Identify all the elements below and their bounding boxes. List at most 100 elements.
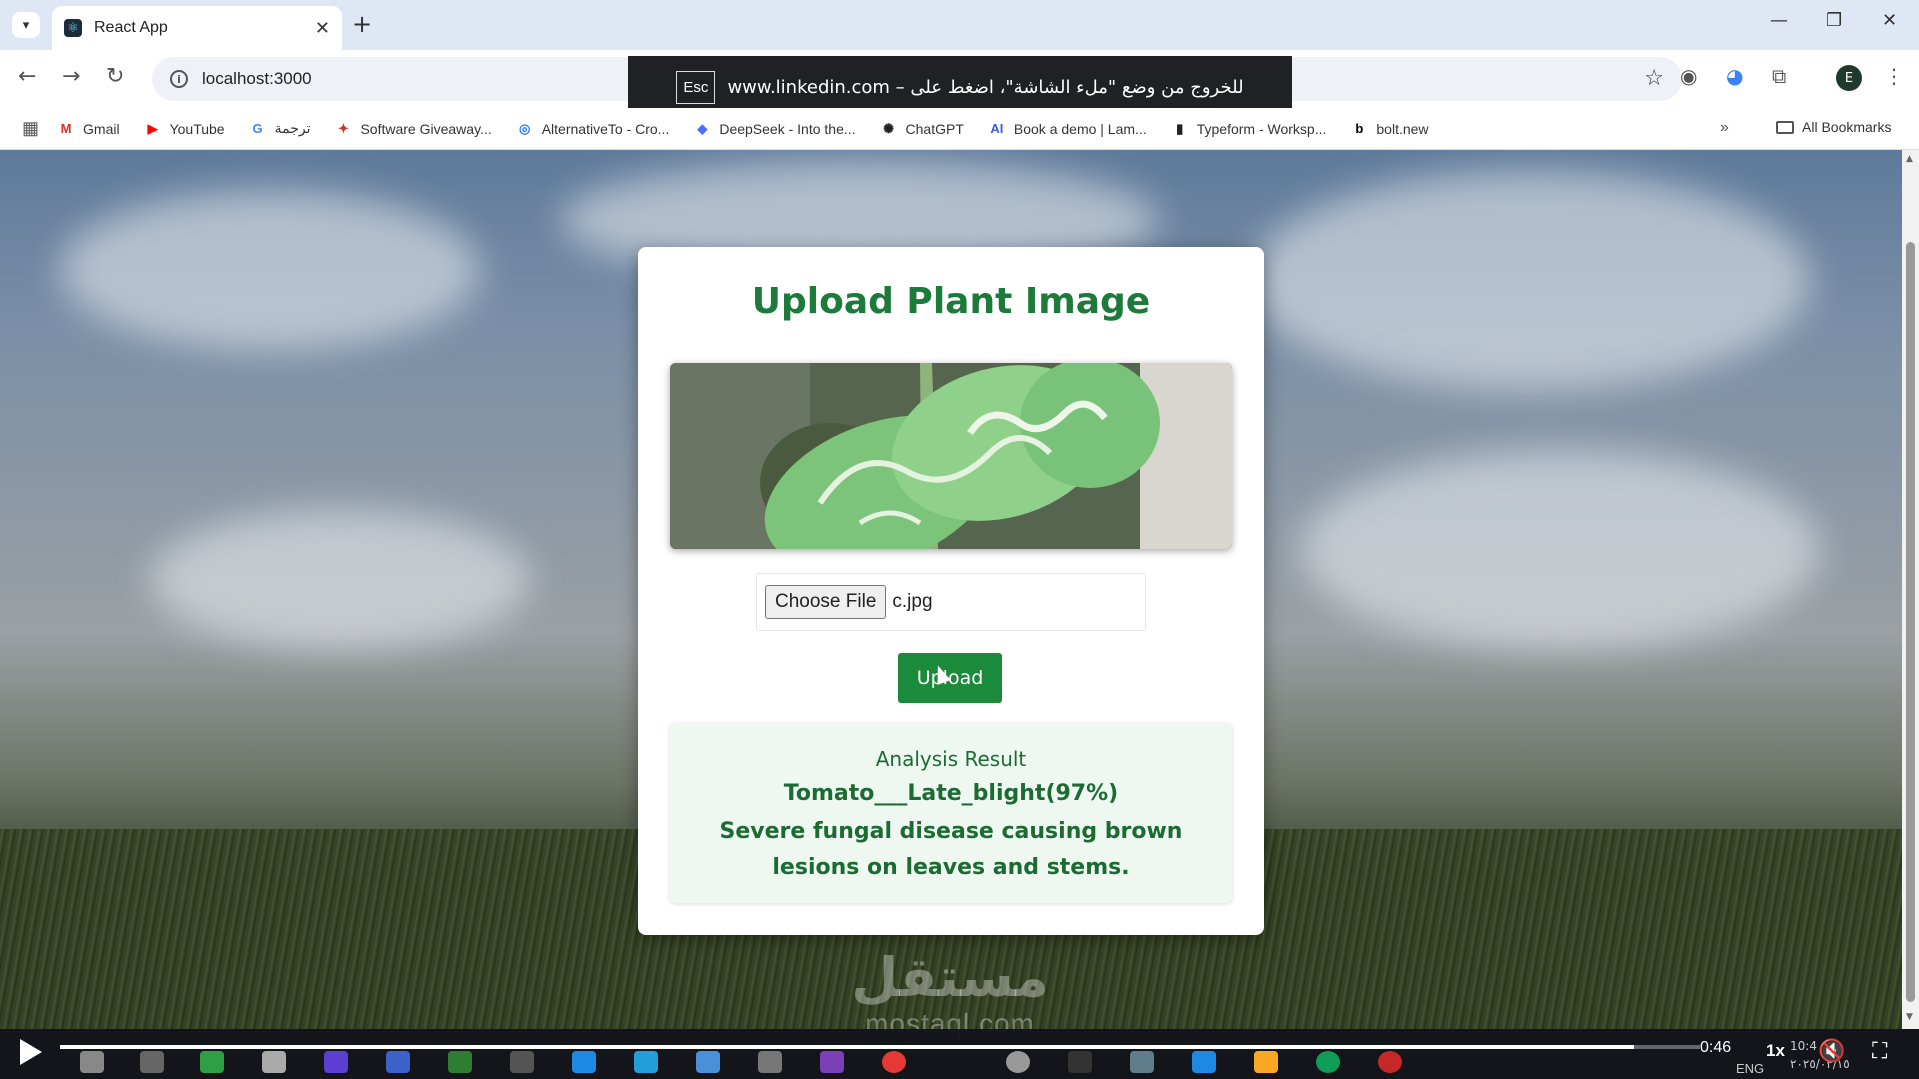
extension-circle-icon[interactable]: ◉	[1680, 64, 1697, 88]
scrollbar-thumb[interactable]	[1906, 242, 1915, 1002]
url-text: localhost:3000	[202, 69, 312, 88]
settings-icon[interactable]	[510, 1051, 534, 1073]
watermark-arabic: مستقل	[851, 946, 1049, 1009]
translate-icon: G	[252, 121, 263, 136]
scroll-up-arrow-icon[interactable]: ▲	[1906, 154, 1913, 164]
analysis-result-panel: Analysis Result Tomato___Late_blight(97%…	[670, 723, 1232, 903]
whatsapp-icon[interactable]	[200, 1051, 224, 1073]
app-purple-icon[interactable]	[324, 1051, 348, 1073]
bookmark-item[interactable]: G ترجمة	[249, 120, 311, 137]
minimize-icon[interactable]: —	[1770, 10, 1788, 31]
result-prediction: Tomato___Late_blight(97%)	[783, 781, 1119, 806]
apps-grid-icon[interactable]: ▦	[22, 118, 39, 139]
fullscreen-exit-icon[interactable]: ⛶	[1872, 1039, 1887, 1064]
app-circle-icon[interactable]	[1006, 1051, 1030, 1073]
app-slate-icon[interactable]	[1130, 1051, 1154, 1073]
file-input[interactable]: Choose File c.jpg	[756, 573, 1146, 631]
plant-image-preview	[670, 363, 1232, 549]
playback-speed[interactable]: 1x	[1766, 1041, 1785, 1061]
bookmark-item[interactable]: ◎ AlternativeTo - Cro...	[516, 120, 670, 137]
menu-kebab-icon[interactable]: ⋮	[1884, 64, 1904, 88]
background-cloud	[60, 190, 480, 350]
store-icon[interactable]	[262, 1051, 286, 1073]
chevron-down-icon: ▾	[22, 17, 30, 33]
bookmark-item[interactable]: b bolt.new	[1350, 121, 1428, 137]
mute-icon[interactable]: 🔇	[1818, 1039, 1845, 1064]
video-time: 0:46	[1700, 1039, 1732, 1056]
fullscreen-message: للخروج من وضع "ملء الشاشة"، اضغط على – w…	[727, 76, 1244, 98]
bookmark-label: YouTube	[169, 120, 225, 137]
app-dark-icon[interactable]	[1068, 1051, 1092, 1073]
bookmark-label: DeepSeek - Into the...	[719, 120, 856, 137]
search-icon[interactable]	[80, 1051, 104, 1073]
ai-icon: AI	[990, 121, 1004, 136]
back-arrow-icon[interactable]: ←	[18, 64, 36, 89]
site-info-icon[interactable]: i	[170, 70, 188, 88]
watermark: مستقل mostaql.com	[820, 948, 1080, 1040]
new-tab-icon[interactable]: +	[352, 10, 372, 38]
choose-file-button[interactable]: Choose File	[765, 585, 887, 619]
bookmark-item[interactable]: ▶ YouTube	[144, 121, 225, 137]
bookmark-label: Gmail	[83, 120, 120, 137]
tab-bar: ▾ ⚛ React App ✕ + — ❐ ✕	[0, 0, 1919, 50]
bolt-icon: b	[1355, 121, 1364, 136]
task-view-icon[interactable]	[140, 1051, 164, 1073]
video-progress-bar[interactable]	[60, 1045, 1700, 1049]
chrome-icon[interactable]	[882, 1051, 906, 1073]
bookmark-item[interactable]: M Gmail	[57, 121, 120, 137]
file-explorer-icon[interactable]	[1254, 1051, 1278, 1073]
leaf-image-icon	[670, 363, 1232, 549]
typeform-icon: ▮	[1176, 120, 1184, 136]
bookmark-label: ChatGPT	[905, 120, 964, 137]
react-favicon-icon: ⚛	[64, 19, 82, 37]
maps-icon[interactable]	[572, 1051, 596, 1073]
forward-arrow-icon[interactable]: →	[62, 64, 80, 89]
bookmark-star-icon[interactable]: ☆	[1644, 66, 1664, 91]
bookmark-item[interactable]: AI Book a demo | Lam...	[988, 120, 1147, 137]
extension-blue-icon[interactable]: ◕	[1726, 64, 1743, 88]
bookmark-label: AlternativeTo - Cro...	[541, 120, 670, 137]
profile-avatar[interactable]: E	[1836, 65, 1862, 91]
bookmark-item[interactable]: ◆ DeepSeek - Into the...	[693, 121, 855, 137]
gift-icon: ✦	[338, 120, 349, 136]
background-cloud	[150, 510, 530, 650]
app-blue-icon[interactable]	[386, 1051, 410, 1073]
tab-close-icon[interactable]: ✕	[315, 18, 330, 39]
telegram-icon[interactable]	[634, 1051, 658, 1073]
app-gray-icon[interactable]	[758, 1051, 782, 1073]
result-heading: Analysis Result	[875, 747, 1027, 771]
deepseek-icon: ◆	[697, 120, 708, 136]
bookmark-item[interactable]: ✦ Software Giveaway...	[334, 120, 492, 137]
bookmark-label: Book a demo | Lam...	[1013, 120, 1147, 137]
restore-icon[interactable]: ❐	[1826, 10, 1842, 31]
app-window-icon[interactable]	[696, 1051, 720, 1073]
bookmark-label: Typeform - Worksp...	[1196, 120, 1327, 137]
bookmark-item[interactable]: ✺ ChatGPT	[880, 121, 964, 137]
extensions-puzzle-icon[interactable]: ⧉	[1772, 64, 1786, 88]
scroll-down-arrow-icon[interactable]: ▼	[1906, 1012, 1913, 1022]
language-indicator[interactable]: ENG	[1736, 1061, 1764, 1076]
alternativeto-icon: ◎	[519, 120, 531, 136]
visual-studio-icon[interactable]	[820, 1051, 844, 1073]
recorder-icon[interactable]	[1378, 1051, 1402, 1073]
page-scrollbar[interactable]: ▲ ▼	[1902, 150, 1919, 1029]
browser-tab[interactable]: ⚛ React App ✕	[52, 6, 342, 50]
result-description: Severe fungal disease causing brown lesi…	[719, 819, 1183, 880]
bookmark-list: M Gmail ▶ YouTube G ترجمة ✦ Software Giveaway..…	[57, 120, 1453, 137]
upload-card: Upload Plant Image Choose File c.jpg Upl…	[638, 247, 1264, 935]
play-icon[interactable]	[20, 1039, 42, 1065]
app-green-icon[interactable]	[448, 1051, 472, 1073]
bookmark-label: bolt.new	[1376, 120, 1429, 137]
bookmark-item[interactable]: ▮ Typeform - Worksp...	[1171, 120, 1327, 137]
youtube-icon: ▶	[147, 120, 158, 136]
edge-icon[interactable]	[1316, 1051, 1340, 1073]
video-progress-fill	[60, 1045, 1635, 1049]
reload-icon[interactable]: ↻	[106, 64, 124, 89]
all-bookmarks-button[interactable]: All Bookmarks	[1776, 119, 1891, 135]
chatgpt-icon: ✺	[883, 120, 894, 136]
folder-icon	[1776, 120, 1794, 134]
window-close-icon[interactable]: ✕	[1882, 10, 1897, 31]
tab-search-button[interactable]: ▾	[12, 12, 40, 38]
more-bookmarks-icon[interactable]: »	[1720, 119, 1729, 137]
vscode-icon[interactable]	[1192, 1051, 1216, 1073]
